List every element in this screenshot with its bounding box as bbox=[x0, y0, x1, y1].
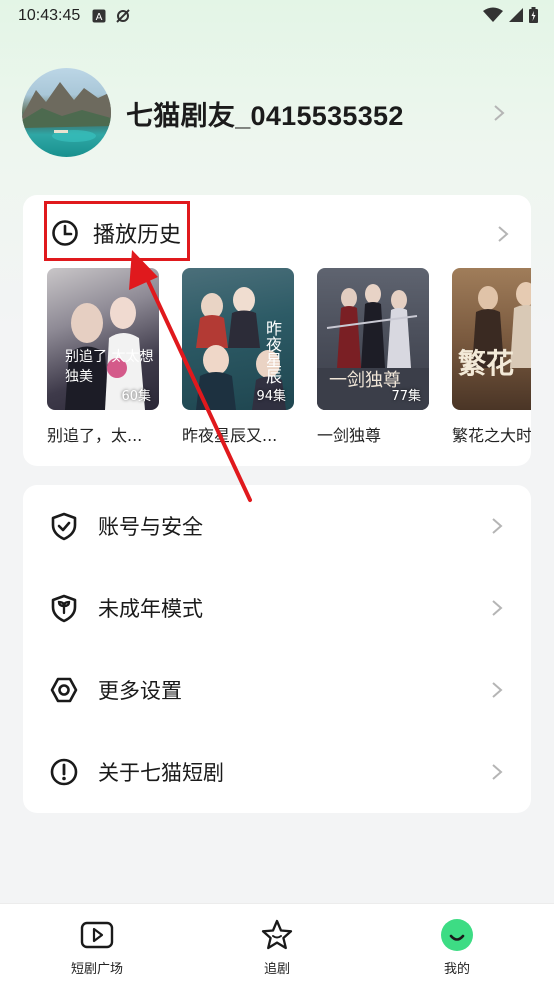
annotation-arrow bbox=[129, 250, 252, 502]
